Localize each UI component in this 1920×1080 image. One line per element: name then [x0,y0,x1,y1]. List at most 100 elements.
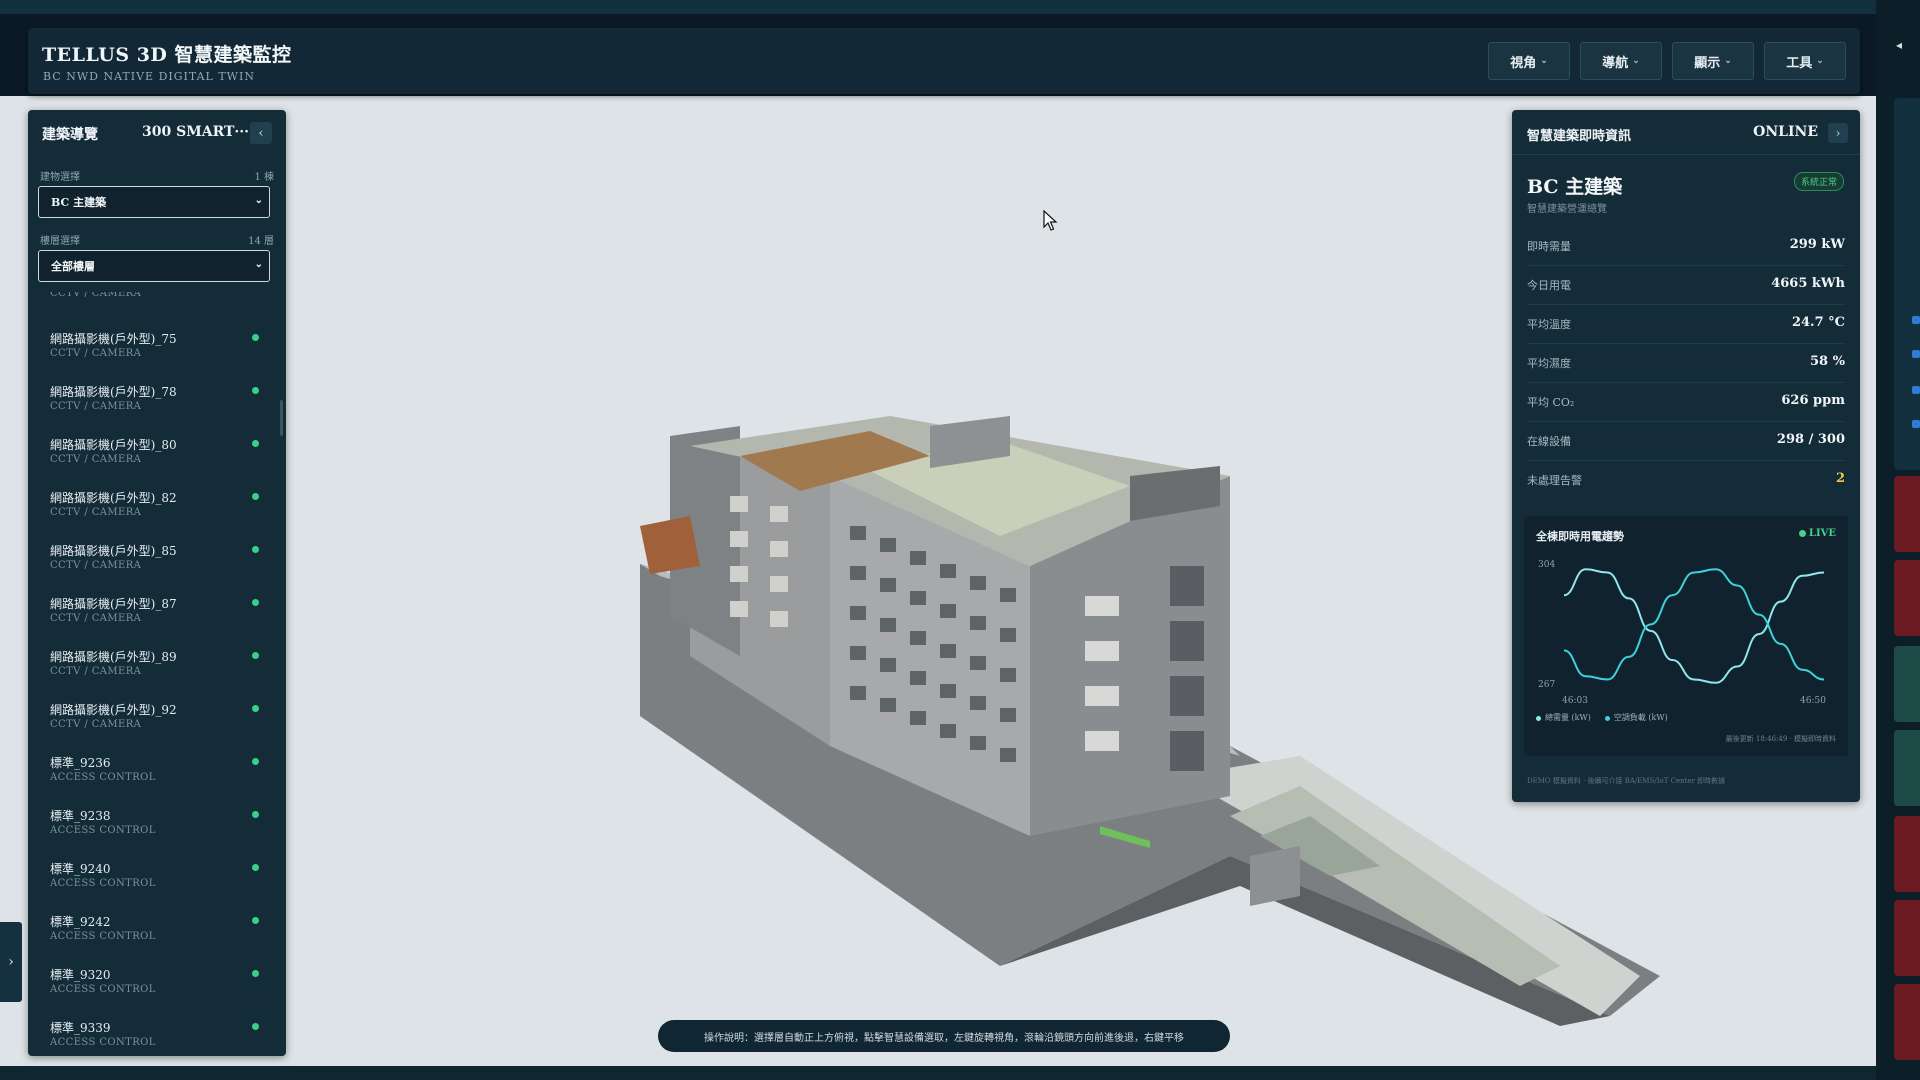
bottom-bar [0,1066,1876,1080]
floor-count: 14 層 [248,236,274,247]
menu-navigation-button[interactable]: 導航 ⌄ [1580,42,1662,80]
device-name: 網路攝影機(戶外型)_82 [50,491,177,505]
menu-display-label: 顯示 [1694,55,1721,71]
metric-value: 4665 kWh [1771,276,1845,291]
metric-label: 即時需量 [1527,240,1571,253]
alert-card[interactable]: 警 [1894,816,1920,892]
device-name: 網路攝影機(戶外型)_80 [50,438,177,452]
alarm-count: 2 [1835,471,1845,486]
online-status-dot [252,440,259,447]
building-subtitle: 智慧建築營運總覽 [1527,204,1607,215]
online-status-dot [252,493,259,500]
status-card[interactable]: 警 [1894,730,1920,806]
alert-card[interactable]: 警 [1894,560,1920,636]
chevron-down-icon: ⌄ [1724,56,1732,66]
metric-label: 平均 CO₂ [1527,396,1575,409]
list-item[interactable]: 網路攝影機(戶外型)_92 CCTV / CAMERA [28,693,286,746]
checkbox[interactable] [1912,316,1920,324]
device-type: CCTV / CAMERA [50,613,142,624]
operation-hint: 操作說明：選擇層自動正上方俯視，點擊智慧設備選取，左鍵旋轉視角，滾輪沿鏡頭方向前… [658,1020,1230,1052]
checkbox[interactable] [1912,386,1920,394]
divider [1512,154,1860,155]
menu-view-label: 視角 [1510,55,1537,71]
floor-select[interactable]: 全部樓層 ⌄ [38,250,270,282]
list-item[interactable]: 網路攝影機(戶外型)_85 CCTV / CAMERA [28,534,286,587]
online-status-dot [252,546,259,553]
collapse-right-drawer-icon[interactable]: ◂ [1896,38,1902,52]
device-name: 網路攝影機(戶外型)_89 [50,650,177,664]
top-strip [0,0,1876,14]
list-item[interactable]: 標準_9339 ACCESS CONTROL [28,1011,286,1056]
legend-swatch [1536,715,1541,721]
chart-updated-time: 最後更新 18:46:49 · 模擬即時資料 [1725,735,1836,743]
series-line-2 [1563,568,1825,681]
device-type: CCTV / CAMERA [50,454,142,465]
metric-value: 24.7 °C [1791,315,1845,330]
online-status-dot [252,387,259,394]
device-list[interactable]: CCTV / CAMERA 網路攝影機(戶外型)_75 CCTV / CAMERA… [28,292,286,1056]
device-name: 網路攝影機(戶外型)_85 [50,544,177,558]
metric-row: 未處理告警 2 [1527,460,1845,499]
menu-tools-button[interactable]: 工具 ⌄ [1764,42,1846,80]
device-type: ACCESS CONTROL [50,984,156,995]
expand-left-drawer-button[interactable]: › [0,922,22,1002]
list-item[interactable]: 網路攝影機(戶外型)_89 CCTV / CAMERA [28,640,286,693]
list-item[interactable]: 標準_9320 ACCESS CONTROL [28,958,286,1011]
checkbox[interactable] [1912,420,1920,428]
metric-value: 299 kW [1789,237,1845,252]
floor-select-value: 全部樓層 [51,260,95,273]
device-type: CCTV / CAMERA [50,507,142,518]
metric-label: 未處理告警 [1527,474,1582,487]
device-type: ACCESS CONTROL [50,825,156,836]
metric-label: 平均濕度 [1527,357,1571,370]
device-name: 標準_9236 [50,756,111,770]
device-type: CCTV / CAMERA [50,401,142,412]
device-type: CCTV / CAMERA [50,666,142,677]
chevron-right-icon: › [8,954,14,970]
alert-card[interactable]: 警 [1894,900,1920,976]
list-item[interactable]: 標準_9238 ACCESS CONTROL [28,799,286,852]
checkbox[interactable] [1912,350,1920,358]
building-select[interactable]: BC 主建築 ⌄ [38,186,270,218]
list-item[interactable]: 網路攝影機(戶外型)_78 CCTV / CAMERA [28,375,286,428]
device-name: 標準_9240 [50,862,111,876]
list-item[interactable]: 標準_9242 ACCESS CONTROL [28,905,286,958]
metric-value: 298 / 300 [1776,432,1845,447]
list-item[interactable]: 網路攝影機(戶外型)_87 CCTV / CAMERA [28,587,286,640]
metric-row: 平均 CO₂ 626 ppm [1527,382,1845,422]
device-name: 標準_9339 [50,1021,111,1035]
menu-view-button[interactable]: 視角 ⌄ [1488,42,1570,80]
alert-card[interactable]: 警 [1894,984,1920,1060]
menu-display-button[interactable]: 顯示 ⌄ [1672,42,1754,80]
list-item[interactable]: 網路攝影機(戶外型)_75 CCTV / CAMERA [28,322,286,375]
metric-row: 即時需量 299 kW [1527,226,1845,266]
building-name: BC 主建築 [1527,176,1623,198]
device-type: CCTV / CAMERA [50,292,142,299]
list-scrollbar[interactable] [280,400,283,436]
chevron-down-icon: ⌄ [1540,56,1548,66]
list-item[interactable]: 標準_9236 ACCESS CONTROL [28,746,286,799]
device-name: 網路攝影機(戶外型)_92 [50,703,177,717]
expand-panel-button[interactable]: › [1828,123,1848,143]
device-name: 網路攝影機(戶外型)_78 [50,385,177,399]
metric-label: 平均溫度 [1527,318,1571,331]
series-line-1 [1563,568,1825,684]
realtime-panel-title: 智慧建築即時資訊 [1527,129,1632,144]
metric-row: 在線設備 298 / 300 [1527,421,1845,461]
collapse-panel-button[interactable]: ‹ [250,122,272,144]
demo-footnote: DEMO 模擬資料 · 後續可介接 BA/EMS/IoT Center 即時數據 [1527,777,1726,785]
online-status-dot [252,334,259,341]
device-type: ACCESS CONTROL [50,931,156,942]
list-item[interactable]: 網路攝影機(戶外型)_80 CCTV / CAMERA [28,428,286,481]
online-status-dot [252,917,259,924]
list-item[interactable]: 標準_9240 ACCESS CONTROL [28,852,286,905]
device-type: ACCESS CONTROL [50,878,156,889]
online-status-dot [252,705,259,712]
metric-label: 今日用電 [1527,279,1571,292]
list-item[interactable]: 網路攝影機(戶外型)_82 CCTV / CAMERA [28,481,286,534]
alert-card[interactable]: 警 [1894,476,1920,552]
device-name: 網路攝影機(戶外型)_75 [50,332,177,346]
online-status-dot [252,811,259,818]
status-card[interactable]: 警 [1894,646,1920,722]
chevron-down-icon: ⌄ [1632,56,1640,66]
